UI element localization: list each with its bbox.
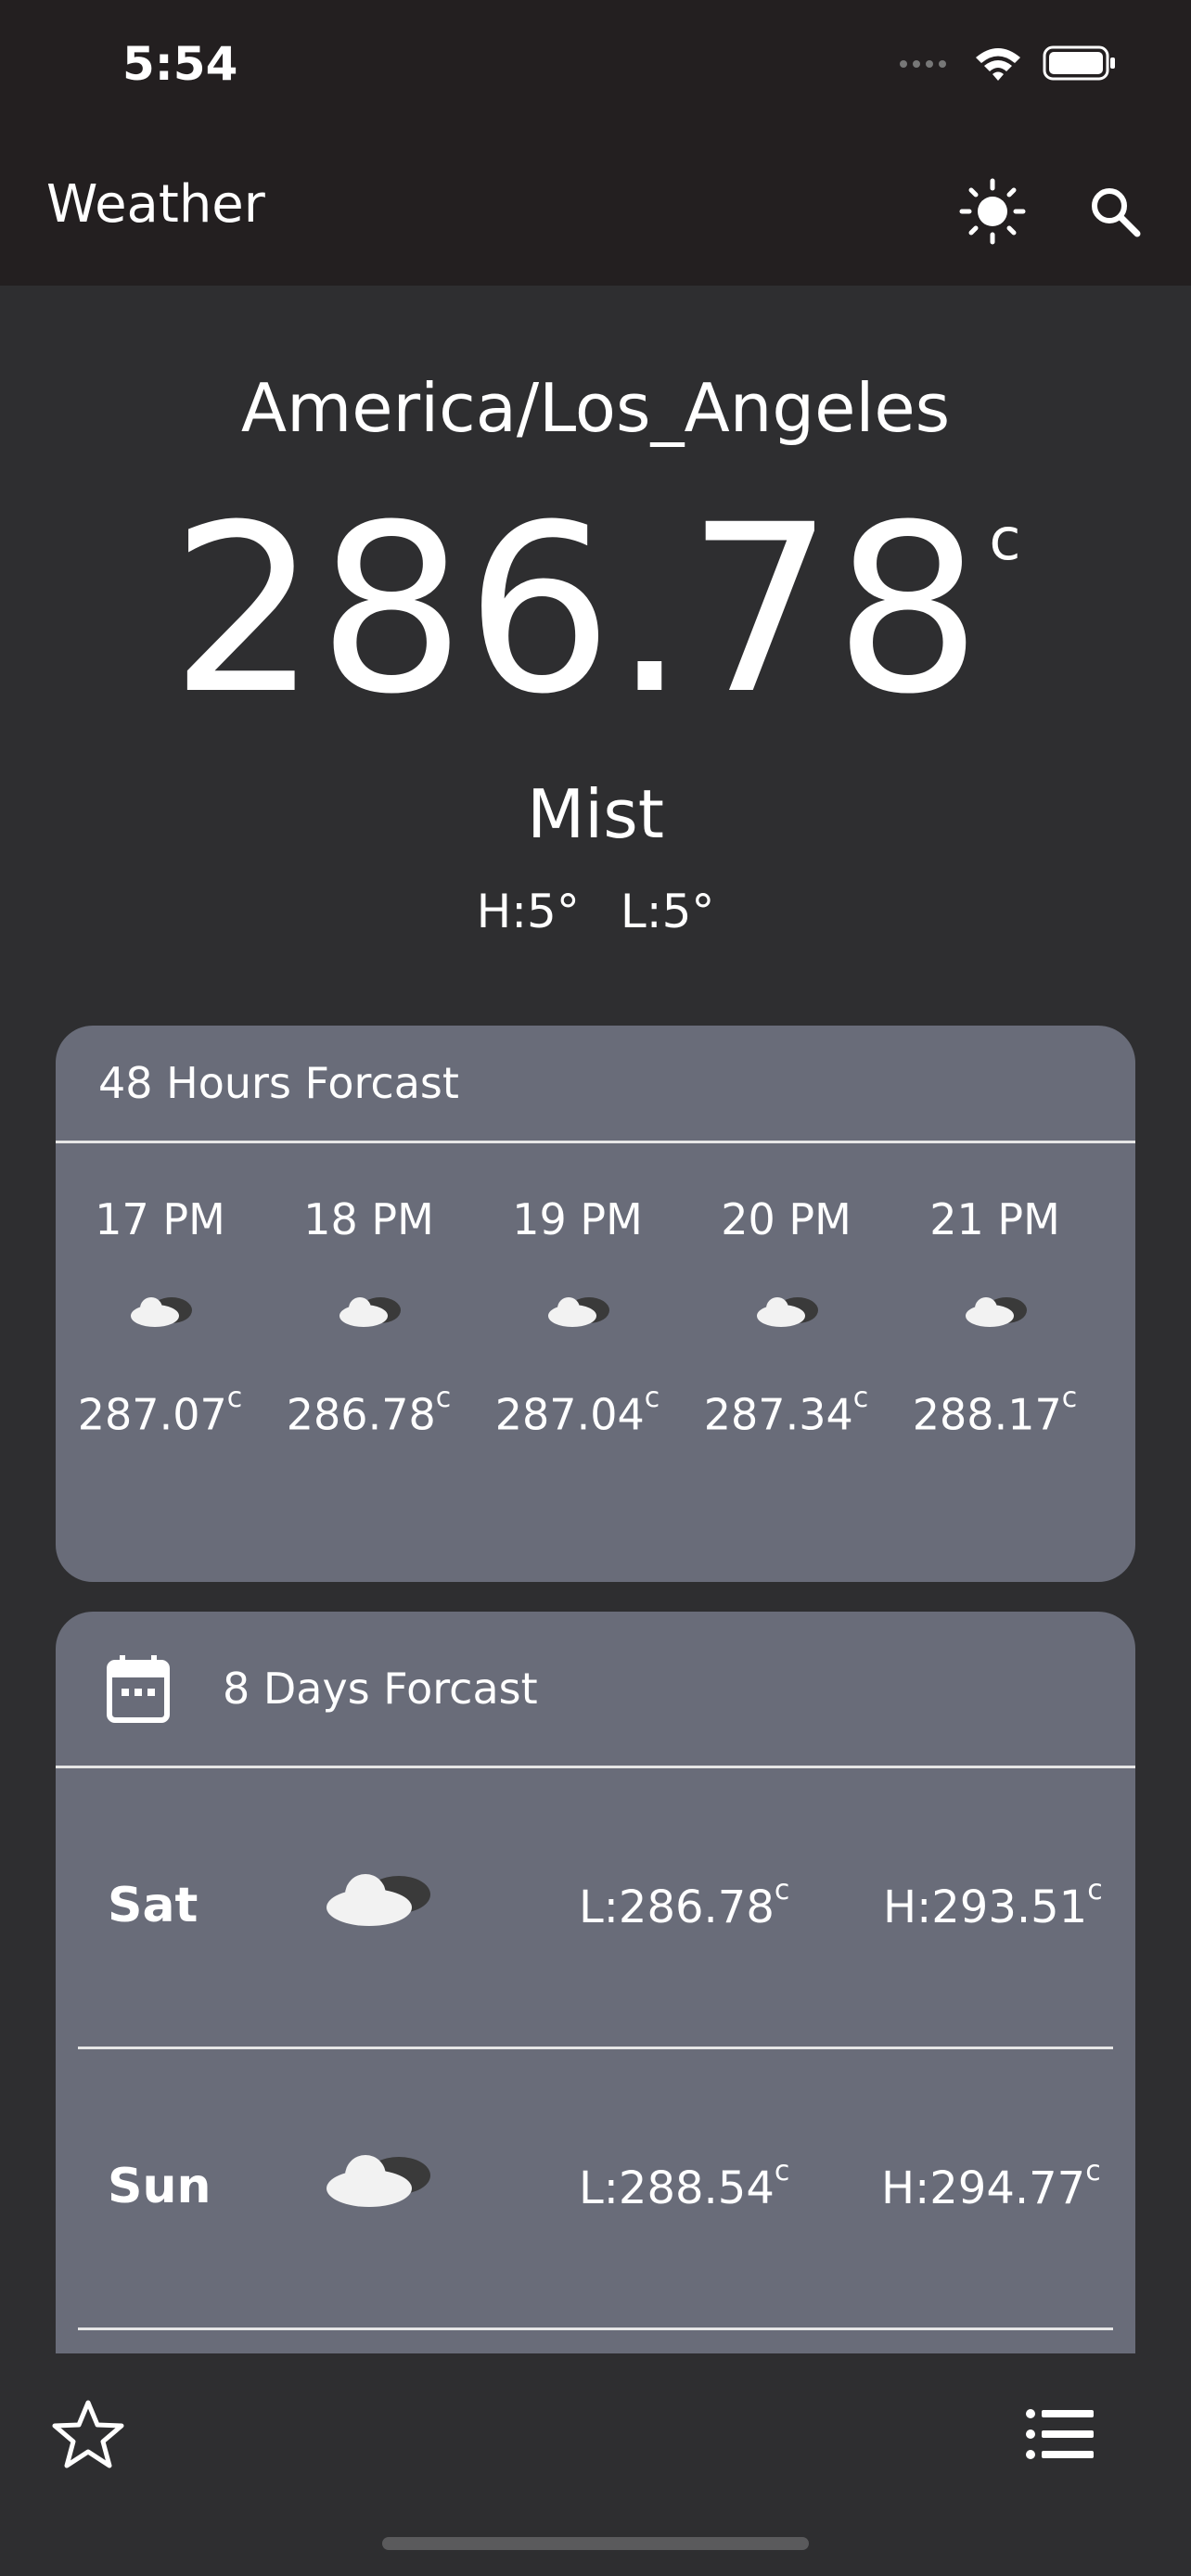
home-indicator (382, 2537, 809, 2550)
hourly-list[interactable]: 17 PM 287.07c 18 PM 286.78c 19 PM 287.04… (56, 1143, 1135, 1533)
day-high: H:294.77c (881, 2155, 1101, 2214)
hour-temp: 286.78c (286, 1382, 452, 1440)
day-row[interactable]: Sat L:286.78c H:293.51c (78, 1768, 1113, 2049)
cloud-icon (965, 1297, 1027, 1327)
search-icon (1092, 188, 1141, 237)
cloud-icon (756, 1297, 818, 1327)
cloud-icon (327, 2155, 430, 2207)
hour-temp: 288.17c (912, 1382, 1078, 1440)
signal-icon (900, 60, 946, 68)
hour-time: 17 PM (95, 1194, 225, 1244)
star-icon (52, 2400, 124, 2468)
hour-temp: 287.34c (703, 1382, 869, 1440)
hour-item: 19 PM 287.04c (473, 1143, 682, 1533)
temperature-value: 286.78 (170, 475, 982, 745)
hour-time: 21 PM (929, 1194, 1060, 1244)
city-name: America/Los_Angeles (240, 369, 951, 447)
daily-forecast-header: 8 Days Forcast (56, 1612, 1135, 1768)
cloud-icon (547, 1297, 609, 1327)
daily-forecast-card: 8 Days Forcast Sat L:286.78c H:293.51c S… (56, 1612, 1135, 2353)
low-temp: L:5° (620, 885, 715, 938)
hour-time: 19 PM (512, 1194, 643, 1244)
current-temperature: 286.78 c (0, 494, 1191, 726)
hourly-forecast-title: 48 Hours Forcast (56, 1026, 1135, 1143)
app-title: Weather (46, 174, 265, 235)
weather-condition: Mist (527, 775, 664, 853)
hour-temp: 287.07c (77, 1382, 243, 1440)
hour-time: 20 PM (721, 1194, 852, 1244)
day-row[interactable]: Sun L:288.54c H:294.77c (78, 2049, 1113, 2330)
cloud-icon (130, 1297, 192, 1327)
cloud-icon (339, 1297, 401, 1327)
hour-item: 20 PM 287.34c (682, 1143, 890, 1533)
high-temp: H:5° (476, 885, 580, 938)
hour-item: 17 PM 287.07c (56, 1143, 264, 1533)
daily-forecast-title: 8 Days Forcast (223, 1664, 538, 1714)
high-low: H:5° L:5° (0, 885, 1191, 938)
app-bar: Weather (0, 139, 1191, 286)
day-low: L:288.54c (579, 2155, 790, 2214)
hourly-forecast-card: 48 Hours Forcast 17 PM 287.07c 18 PM 286… (56, 1026, 1135, 1582)
hour-temp: 287.04c (494, 1382, 660, 1440)
cloud-icon (327, 1874, 430, 1926)
list-icon (1026, 2409, 1094, 2459)
search-button[interactable] (1078, 174, 1152, 249)
status-time: 5:54 (122, 37, 238, 91)
day-high: H:293.51c (883, 1874, 1103, 1933)
status-bar: 5:54 (0, 0, 1191, 139)
battery-icon (1043, 45, 1115, 81)
hour-time: 18 PM (303, 1194, 434, 1244)
theme-toggle-button[interactable] (955, 174, 1030, 249)
list-button[interactable] (1018, 2392, 1102, 2476)
status-icons (898, 45, 1117, 82)
hour-item: 18 PM 286.78c (264, 1143, 473, 1533)
day-name: Sat (108, 1878, 198, 1933)
favorites-button[interactable] (46, 2392, 130, 2476)
sun-icon (959, 178, 1026, 245)
wifi-icon (976, 48, 1020, 81)
day-name: Sun (108, 2159, 211, 2214)
calendar-icon (107, 1655, 170, 1723)
temperature-unit: c (989, 505, 1021, 573)
day-low: L:286.78c (579, 1874, 790, 1933)
hour-item: 21 PM 288.17c (890, 1143, 1099, 1533)
